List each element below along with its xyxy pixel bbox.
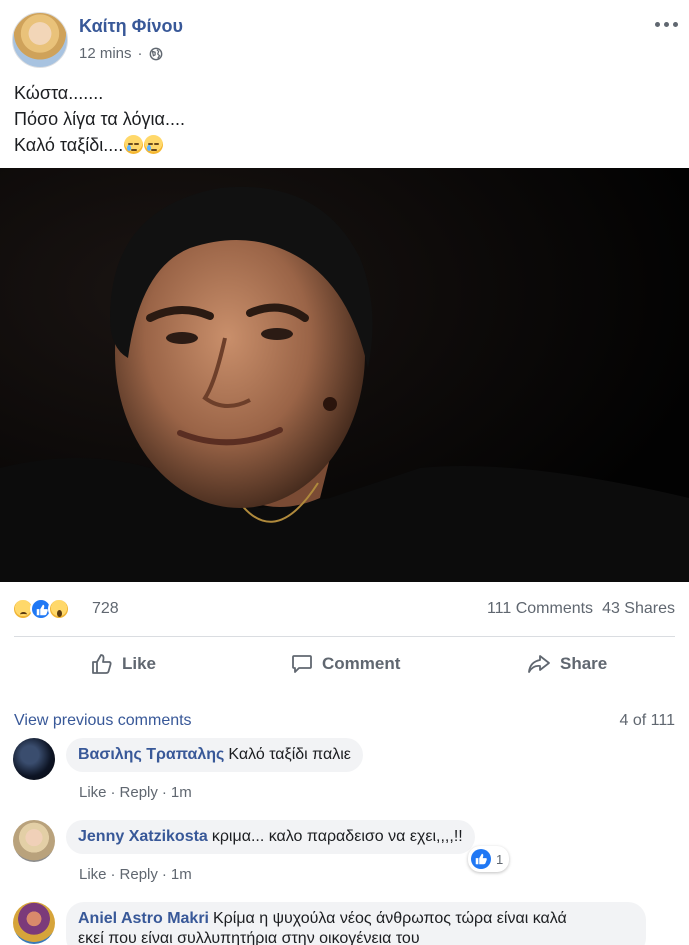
- commenter-name[interactable]: Βασιλης Τραπαλης: [78, 746, 224, 763]
- comment-links: Like · Reply · 1m: [79, 866, 192, 883]
- comment-bubble: Aniel Astro Makri Κρίμα η ψυχούλα νέος άν…: [66, 902, 646, 945]
- post-actions: Like Comment Share: [0, 640, 689, 690]
- share-button[interactable]: Share: [526, 652, 607, 676]
- post-text: Κώστα....... Πόσο λίγα τα λόγια.... Καλό…: [14, 80, 185, 158]
- post-time[interactable]: 12 mins: [79, 45, 132, 62]
- commenter-avatar[interactable]: [13, 738, 55, 780]
- commenter-name[interactable]: Aniel Astro Makri: [78, 910, 209, 927]
- post-photo[interactable]: [0, 168, 689, 582]
- comment-bubble: Jenny Xatzikosta κριμα... καλο παραδεισο …: [66, 820, 475, 854]
- like-button[interactable]: Like: [90, 652, 156, 676]
- shares-count-link[interactable]: 43 Shares: [602, 600, 675, 618]
- comment-like-count: 1: [496, 851, 504, 867]
- commenter-avatar[interactable]: [13, 902, 55, 944]
- post-meta: 12 mins ·: [79, 45, 163, 62]
- wow-reaction-icon: [48, 598, 70, 620]
- post-text-line: Καλό ταξίδι....: [14, 132, 185, 158]
- comment-bubble: Βασιλης Τραπαλης Καλό ταξίδι παλιε: [66, 738, 363, 772]
- reaction-icons[interactable]: [12, 598, 70, 620]
- like-reaction-icon: [471, 849, 491, 869]
- comment-reply-link[interactable]: Reply: [120, 784, 158, 801]
- comment-time[interactable]: 1m: [171, 784, 192, 801]
- comment-links: Like · Reply · 1m: [79, 784, 192, 801]
- comments-section: View previous comments 4 of 111 Βασιλης …: [0, 692, 689, 945]
- comment-reply-link[interactable]: Reply: [120, 866, 158, 883]
- post-stats: 111 Comments 43 Shares: [487, 600, 675, 618]
- comment-like-link[interactable]: Like: [79, 784, 107, 801]
- comment-label: Comment: [322, 654, 401, 673]
- comment-like-link[interactable]: Like: [79, 866, 107, 883]
- globe-icon[interactable]: [149, 47, 163, 61]
- sad-tear-emoji-icon: [124, 135, 144, 154]
- share-label: Share: [560, 654, 608, 673]
- post-header: Καίτη Φίνου 12 mins ·: [0, 0, 689, 70]
- author-name[interactable]: Καίτη Φίνου: [79, 16, 183, 37]
- comment-text: εκεί που είναι συλλυπητήρια στην οικογέν…: [78, 930, 420, 945]
- author-avatar[interactable]: [12, 12, 68, 68]
- comments-count-link[interactable]: 111 Comments: [487, 600, 593, 618]
- thumbs-up-icon: [92, 654, 112, 674]
- comment-icon: [292, 655, 312, 673]
- comments-pagination: 4 of 111: [619, 712, 675, 729]
- comment-text: Καλό ταξίδι παλιε: [228, 746, 351, 763]
- commenter-name[interactable]: Jenny Xatzikosta: [78, 828, 208, 845]
- reaction-count[interactable]: 728: [92, 600, 119, 618]
- commenter-avatar[interactable]: [13, 820, 55, 862]
- divider: [14, 636, 675, 637]
- share-icon: [528, 655, 550, 673]
- reactions-row: 728 111 Comments 43 Shares: [0, 590, 689, 626]
- comment-text: Κρίμα η ψυχούλα νέος άνθρωπος τώρα είναι…: [213, 910, 567, 927]
- like-label: Like: [122, 654, 157, 673]
- comment-button[interactable]: Comment: [290, 652, 400, 676]
- comment-text: κριμα... καλο παραδεισο να εχει,,,,!!: [211, 828, 463, 845]
- meta-separator: ·: [137, 45, 143, 62]
- comment-time[interactable]: 1m: [171, 866, 192, 883]
- post-text-line: Κώστα.......: [14, 83, 104, 103]
- comment-like-badge[interactable]: 1: [468, 846, 510, 872]
- sad-tear-emoji-icon: [144, 135, 164, 154]
- more-dots-icon[interactable]: [653, 14, 679, 34]
- post-text-line: Πόσο λίγα τα λόγια....: [14, 109, 185, 129]
- view-previous-comments-link[interactable]: View previous comments: [14, 712, 192, 730]
